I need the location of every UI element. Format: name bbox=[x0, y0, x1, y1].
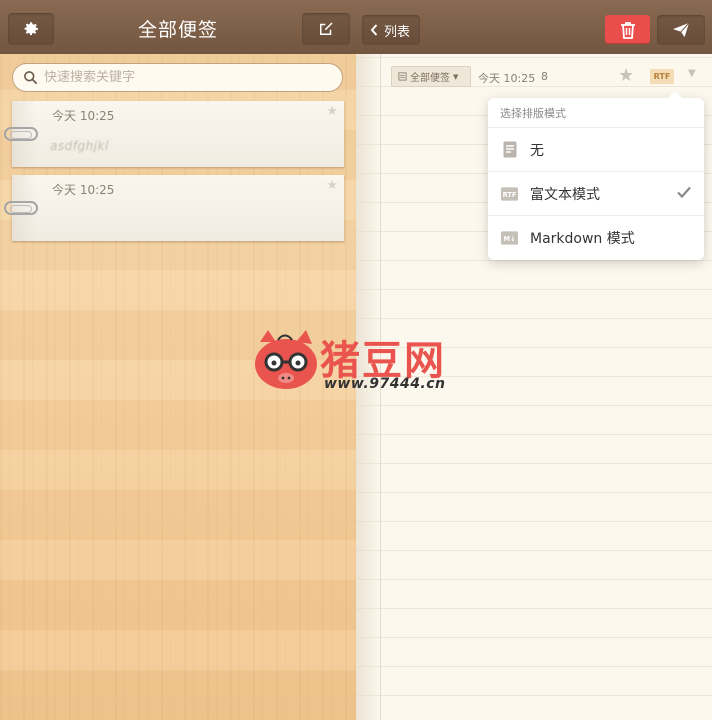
format-option-none[interactable]: 无 bbox=[488, 128, 704, 172]
markdown-icon: M↓ bbox=[501, 230, 518, 247]
list-header: 全部便签 bbox=[0, 0, 356, 54]
chevron-left-icon bbox=[370, 24, 378, 36]
folder-name: 全部便签 bbox=[410, 73, 450, 84]
option-label: Markdown 模式 bbox=[530, 231, 635, 247]
compose-icon bbox=[320, 22, 333, 35]
editor-header: 列表 bbox=[356, 0, 712, 54]
pig-logo-icon bbox=[255, 330, 317, 389]
back-to-list-button[interactable]: 列表 bbox=[362, 15, 420, 45]
format-mode-dropdown: 选择排版模式 无 RTF 富文本模式 M↓ Markdown 模式 bbox=[488, 91, 704, 260]
note-card[interactable]: 今天 10:25 ★ bbox=[4, 175, 344, 241]
star-icon[interactable]: ★ bbox=[326, 104, 338, 119]
checkmark-icon bbox=[677, 186, 691, 199]
folder-selector[interactable]: 全部便签 ▼ bbox=[391, 66, 471, 87]
note-time: 今天 10:25 bbox=[52, 183, 115, 197]
folder-icon bbox=[398, 72, 407, 81]
delete-button[interactable] bbox=[605, 15, 650, 44]
note-meta-bar: 全部便签 ▼ 今天 10:25 8 ★ RTF ▼ bbox=[356, 65, 712, 88]
svg-text:M↓: M↓ bbox=[503, 235, 515, 243]
share-button[interactable] bbox=[657, 15, 705, 45]
caret-down-icon: ▼ bbox=[453, 72, 459, 81]
note-time: 今天 10:25 bbox=[52, 109, 115, 123]
new-note-button[interactable] bbox=[302, 13, 350, 45]
option-label: 无 bbox=[530, 142, 544, 159]
watermark-url: www.97444.cn bbox=[324, 376, 446, 392]
search-box[interactable] bbox=[12, 63, 343, 92]
dropdown-title: 选择排版模式 bbox=[488, 98, 704, 128]
option-label: 富文本模式 bbox=[530, 186, 600, 203]
format-option-markdown[interactable]: M↓ Markdown 模式 bbox=[488, 216, 704, 260]
svg-text:RTF: RTF bbox=[503, 190, 517, 198]
paperclip-icon bbox=[4, 127, 38, 141]
document-icon bbox=[501, 141, 518, 158]
favorite-star-icon[interactable]: ★ bbox=[618, 65, 634, 86]
char-count: 8 bbox=[541, 70, 548, 83]
note-preview: asdfghjkl bbox=[50, 139, 109, 153]
back-label: 列表 bbox=[384, 24, 411, 40]
note-timestamp: 今天 10:25 bbox=[478, 72, 536, 85]
paperclip-icon bbox=[4, 201, 38, 215]
search-icon bbox=[24, 71, 37, 84]
format-option-rich-text[interactable]: RTF 富文本模式 bbox=[488, 172, 704, 216]
format-mode-badge[interactable]: RTF bbox=[650, 69, 674, 84]
format-dropdown-caret-icon[interactable]: ▼ bbox=[688, 68, 696, 79]
watermark: 猪豆网 www.97444.cn bbox=[252, 326, 468, 398]
search-input[interactable] bbox=[44, 70, 324, 85]
note-card[interactable]: 今天 10:25 ★ asdfghjkl bbox=[4, 101, 344, 167]
rtf-icon: RTF bbox=[501, 185, 518, 202]
star-icon[interactable]: ★ bbox=[326, 178, 338, 193]
paper-plane-icon bbox=[673, 22, 690, 38]
trash-icon bbox=[620, 21, 635, 39]
